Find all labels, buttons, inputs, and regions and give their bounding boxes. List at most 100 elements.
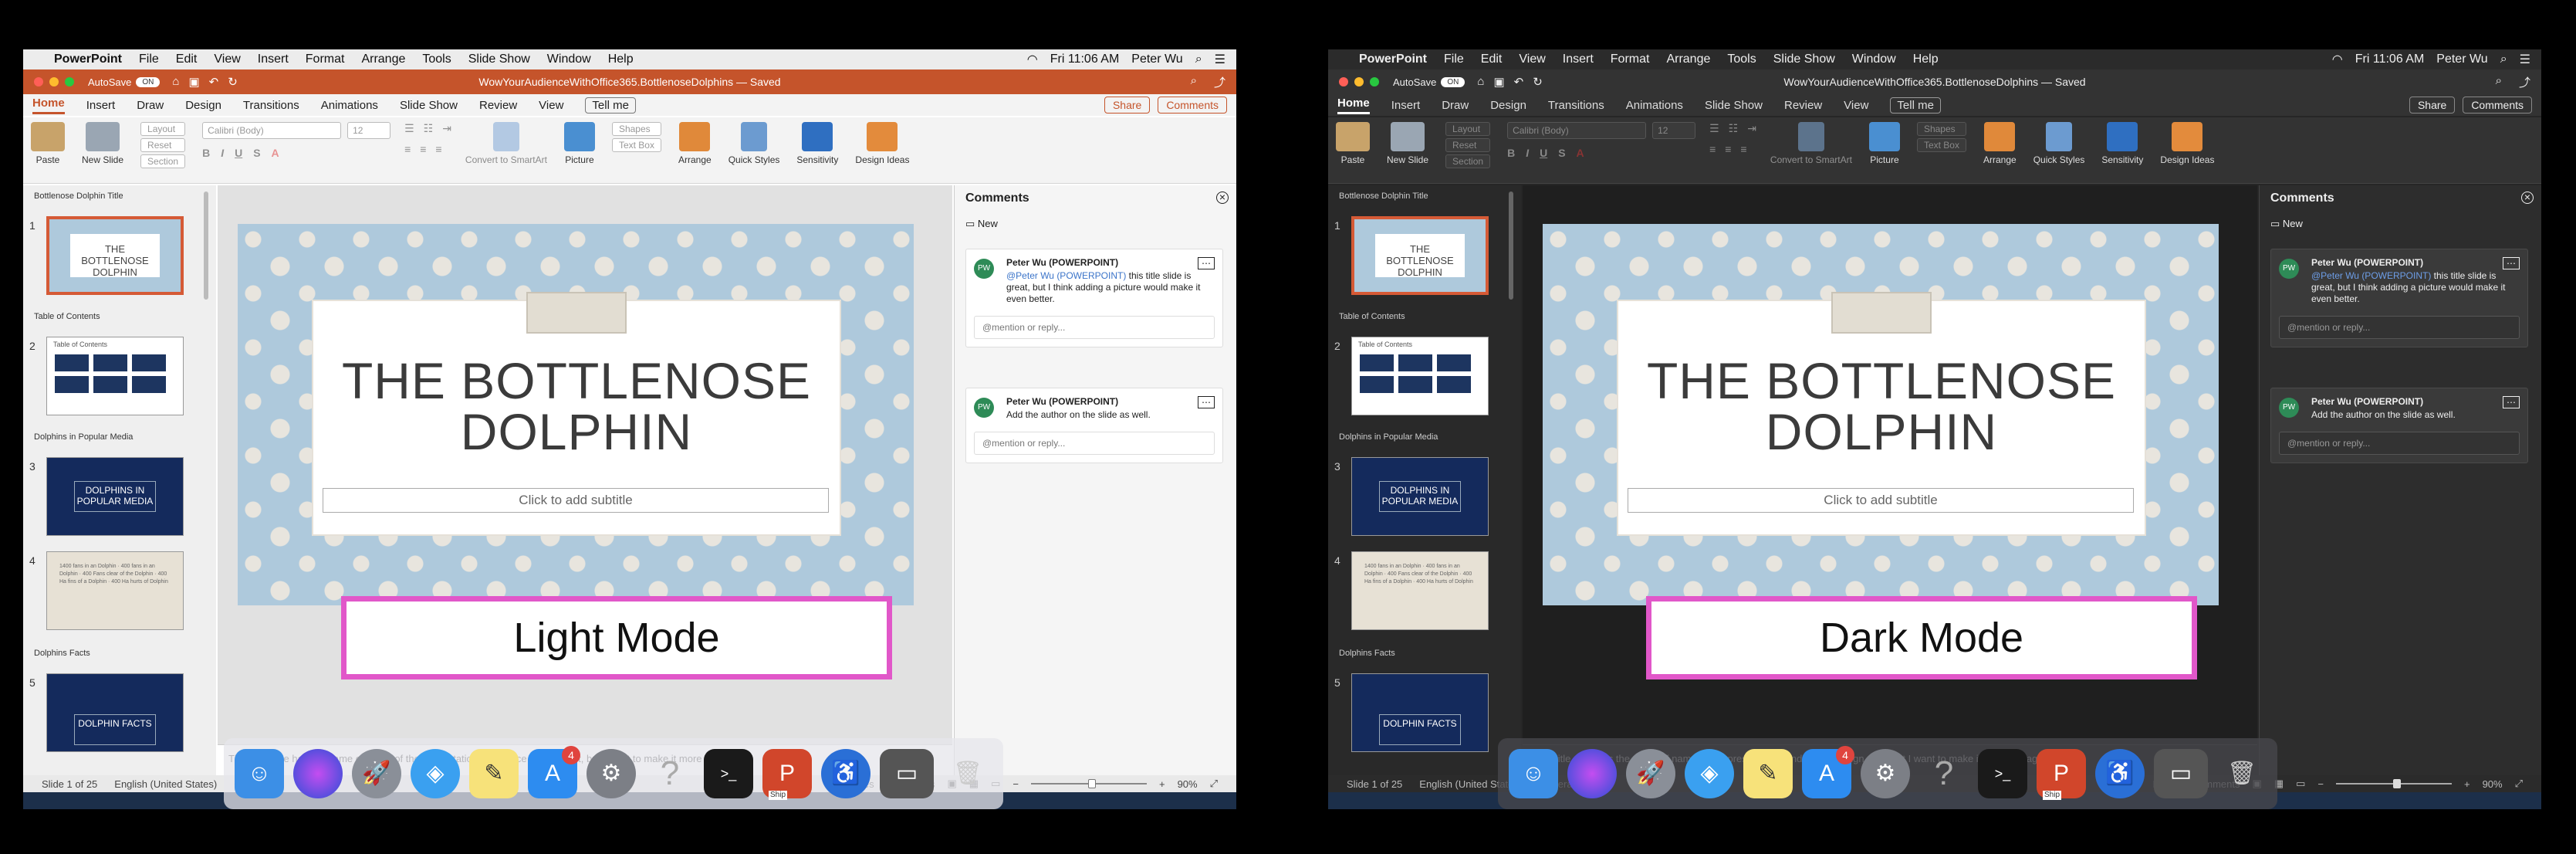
search-icon[interactable]: ⌕ [1195, 53, 1202, 66]
zoom-in-icon[interactable]: + [1159, 778, 1165, 790]
menu-edit[interactable]: Edit [176, 53, 198, 66]
safari-icon[interactable]: ◈ [411, 749, 460, 798]
layout-button[interactable]: Layout [1445, 122, 1491, 136]
tab-home[interactable]: Home [1337, 97, 1370, 114]
font-size-select[interactable]: 12 [1652, 122, 1696, 139]
tab-design[interactable]: Design [185, 99, 221, 112]
reply-input[interactable]: @mention or reply... [974, 432, 1215, 455]
shapes-button[interactable]: Shapes [611, 122, 661, 136]
notes-icon[interactable]: ✎ [469, 749, 519, 798]
menu-slide-show[interactable]: Slide Show [1773, 53, 1835, 66]
zoom-slider[interactable] [2335, 779, 2452, 788]
thumbnail-scrollbar[interactable] [204, 191, 208, 300]
zoom-window-button[interactable] [1370, 77, 1379, 86]
sensitivity-group[interactable]: Sensitivity [796, 122, 838, 165]
section-header[interactable]: Dolphins Facts [34, 649, 90, 658]
menu-arrange[interactable]: Arrange [1666, 53, 1710, 66]
section-header[interactable]: Dolphins in Popular Media [1339, 432, 1438, 442]
recent-window-icon[interactable]: ▭ [880, 749, 934, 798]
more-icon[interactable]: ⋯ [1198, 257, 1215, 269]
siri-icon[interactable] [1567, 749, 1617, 798]
reply-input[interactable]: @mention or reply... [2279, 432, 2520, 455]
sensitivity-group[interactable]: Sensitivity [2101, 122, 2143, 165]
minimize-window-button[interactable] [49, 77, 59, 86]
convert-smartart-group[interactable]: Convert to SmartArt [465, 122, 547, 165]
trash-icon[interactable]: 🗑 [943, 749, 992, 798]
tab-insert[interactable]: Insert [1391, 99, 1421, 112]
align-left-button[interactable]: ≡ [404, 143, 411, 155]
bullets-button[interactable]: ☰ [404, 122, 414, 135]
font-size-select[interactable]: 12 [347, 122, 391, 139]
comment-thread[interactable]: PW ⋯ Peter Wu (POWERPOINT) Add the autho… [2270, 388, 2528, 463]
app-store-icon[interactable]: A4 [528, 746, 580, 798]
tab-home[interactable]: Home [32, 97, 65, 114]
tab-transitions[interactable]: Transitions [1548, 99, 1604, 112]
app-store-icon[interactable]: A4 [1802, 746, 1854, 798]
help-icon[interactable]: ? [645, 749, 695, 798]
fit-slide-icon[interactable]: ⤢ [2515, 778, 2523, 790]
menu-file[interactable]: File [1444, 53, 1464, 66]
autosave-toggle[interactable]: ON [1441, 76, 1465, 87]
slide-canvas[interactable]: THE BOTTLENOSE DOLPHIN Click to add subt… [238, 224, 914, 605]
slide-canvas[interactable]: THE BOTTLENOSE DOLPHIN Click to add subt… [1543, 224, 2219, 605]
bullets-button[interactable]: ☰ [1709, 122, 1719, 135]
menu-view[interactable]: View [214, 53, 240, 66]
section-button[interactable]: Section [140, 154, 186, 168]
undo-icon[interactable]: ↶ [209, 75, 219, 89]
share-icon[interactable]: ⤴ [1214, 74, 1225, 90]
tab-view[interactable]: View [539, 99, 563, 112]
notes-icon[interactable]: ✎ [1743, 749, 1793, 798]
bold-button[interactable]: B [202, 147, 210, 159]
slide-thumbnail[interactable]: 1400 fans in an Dolphin · 400 fans in an… [46, 551, 184, 630]
menu-user[interactable]: Peter Wu [1131, 53, 1182, 66]
menu-clock[interactable]: Fri 11:06 AM [1050, 53, 1120, 66]
tab-slide-show[interactable]: Slide Show [1705, 99, 1763, 112]
menu-edit[interactable]: Edit [1481, 53, 1503, 66]
font-color-button[interactable]: A [272, 147, 279, 159]
minimize-window-button[interactable] [1354, 77, 1364, 86]
strike-button[interactable]: S [1558, 147, 1565, 159]
indent-button[interactable]: ⇥ [442, 122, 451, 135]
menu-window[interactable]: Window [1852, 53, 1896, 66]
numbering-button[interactable]: ☷ [1729, 122, 1739, 135]
quick-styles-group[interactable]: Quick Styles [2033, 122, 2084, 165]
comments-button[interactable]: Comments [1158, 97, 1227, 114]
section-button[interactable]: Section [1445, 154, 1491, 168]
tab-review[interactable]: Review [1784, 99, 1822, 112]
tab-transitions[interactable]: Transitions [243, 99, 299, 112]
arrange-group[interactable]: Arrange [678, 122, 712, 165]
comment-thread[interactable]: PW ⋯ Peter Wu (POWERPOINT) @Peter Wu (PO… [2270, 249, 2528, 347]
reset-button[interactable]: Reset [140, 138, 186, 152]
settings-icon[interactable]: ⚙ [587, 749, 636, 798]
reply-input[interactable]: @mention or reply... [974, 316, 1215, 339]
menu-window[interactable]: Window [547, 53, 591, 66]
slide-thumbnail[interactable]: DOLPHIN FACTS [1351, 673, 1489, 752]
close-icon[interactable]: × [2521, 191, 2534, 204]
redo-icon[interactable]: ↻ [1533, 75, 1543, 89]
finder-icon[interactable]: ☺ [235, 749, 284, 798]
slide-title[interactable]: THE BOTTLENOSE DOLPHIN [312, 355, 841, 457]
save-icon[interactable]: ▣ [1493, 75, 1504, 89]
quick-styles-group[interactable]: Quick Styles [729, 122, 779, 165]
menu-insert[interactable]: Insert [1563, 53, 1594, 66]
share-icon[interactable]: ⤴ [2519, 74, 2530, 90]
close-window-button[interactable] [1339, 77, 1348, 86]
menu-list-icon[interactable]: ☰ [1215, 52, 1225, 67]
section-header[interactable]: Dolphins in Popular Media [34, 432, 133, 442]
tab-draw[interactable]: Draw [1442, 99, 1469, 112]
more-icon[interactable]: ⋯ [2503, 257, 2520, 269]
new-comment-button[interactable]: ▭ New [2270, 218, 2303, 230]
tab-review[interactable]: Review [479, 99, 517, 112]
section-header[interactable]: Bottlenose Dolphin Title [1339, 191, 1428, 201]
reset-button[interactable]: Reset [1445, 138, 1491, 152]
paste-group[interactable]: Paste [1336, 122, 1370, 165]
picture-group[interactable]: Picture [1868, 122, 1900, 165]
align-center-button[interactable]: ≡ [420, 143, 426, 155]
tab-view[interactable]: View [1844, 99, 1868, 112]
home-icon[interactable]: ⌂ [172, 75, 179, 89]
slide-title[interactable]: THE BOTTLENOSE DOLPHIN [1617, 355, 2146, 457]
accessibility-icon[interactable]: ♿ [821, 749, 870, 798]
strike-button[interactable]: S [253, 147, 260, 159]
autosave-toggle[interactable]: ON [136, 76, 161, 87]
shapes-button[interactable]: Shapes [1916, 122, 1966, 136]
